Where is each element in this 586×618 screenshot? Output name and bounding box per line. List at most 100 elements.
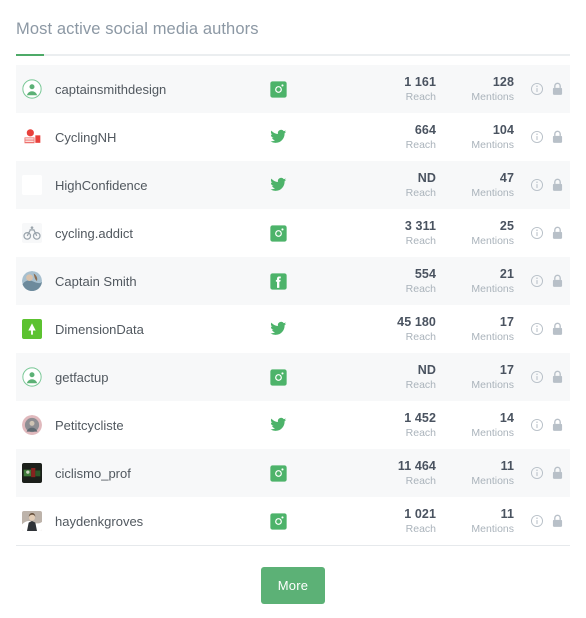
author-name[interactable]: Captain Smith bbox=[55, 274, 258, 289]
reach-value: 3 311 bbox=[404, 218, 436, 233]
more-button[interactable]: More bbox=[261, 567, 325, 604]
info-circle-icon[interactable] bbox=[530, 370, 544, 384]
reach-label: Reach bbox=[405, 187, 436, 200]
title-underline-rule bbox=[16, 54, 570, 56]
facebook-icon[interactable] bbox=[258, 272, 298, 290]
avatar bbox=[22, 79, 42, 99]
mentions-label: Mentions bbox=[471, 523, 514, 536]
reach-value: 554 bbox=[414, 266, 436, 281]
author-name[interactable]: haydenkgroves bbox=[55, 514, 258, 529]
row-actions bbox=[524, 274, 568, 288]
mentions-label: Mentions bbox=[471, 283, 514, 296]
reach-metric: 664 Reach bbox=[360, 123, 436, 151]
mentions-metric: 21 Mentions bbox=[436, 267, 514, 295]
avatar bbox=[22, 271, 42, 291]
lock-icon[interactable] bbox=[551, 226, 564, 240]
author-name[interactable]: DimensionData bbox=[55, 322, 258, 337]
table-row[interactable]: captainsmithdesign 1 161 Reach 128 Mentions bbox=[16, 65, 570, 113]
lock-icon[interactable] bbox=[551, 466, 564, 480]
table-row[interactable]: cycling.addict 3 311 Reach 25 Mentions bbox=[16, 209, 570, 257]
row-actions bbox=[524, 466, 568, 480]
row-actions bbox=[524, 82, 568, 96]
reach-metric: ND Reach bbox=[360, 363, 436, 391]
table-row[interactable]: ciclismo_prof 11 464 Reach 11 Mentions bbox=[16, 449, 570, 497]
mentions-metric: 47 Mentions bbox=[436, 171, 514, 199]
mentions-value: 11 bbox=[500, 506, 514, 521]
twitter-icon[interactable] bbox=[258, 416, 298, 434]
widget-footer: More bbox=[0, 546, 586, 604]
info-circle-icon[interactable] bbox=[530, 130, 544, 144]
reach-value: 1 021 bbox=[404, 506, 436, 521]
avatar bbox=[22, 463, 42, 483]
mentions-metric: 128 Mentions bbox=[436, 75, 514, 103]
reach-metric: 1 021 Reach bbox=[360, 507, 436, 535]
twitter-icon[interactable] bbox=[258, 128, 298, 146]
lock-icon[interactable] bbox=[551, 82, 564, 96]
row-actions bbox=[524, 130, 568, 144]
reach-metric: 3 311 Reach bbox=[360, 219, 436, 247]
instagram-icon[interactable] bbox=[258, 464, 298, 482]
mentions-label: Mentions bbox=[471, 331, 514, 344]
lock-icon[interactable] bbox=[551, 370, 564, 384]
mentions-label: Mentions bbox=[471, 139, 514, 152]
mentions-value: 47 bbox=[499, 170, 514, 185]
info-circle-icon[interactable] bbox=[530, 178, 544, 192]
lock-icon[interactable] bbox=[551, 178, 564, 192]
table-row[interactable]: DimensionData 45 180 Reach 17 Mentions bbox=[16, 305, 570, 353]
table-row[interactable]: HighConfidence ND Reach 47 Mentions bbox=[16, 161, 570, 209]
reach-metric: 1 161 Reach bbox=[360, 75, 436, 103]
mentions-label: Mentions bbox=[471, 187, 514, 200]
table-row[interactable]: Petitcycliste 1 452 Reach 14 Mentions bbox=[16, 401, 570, 449]
reach-metric: ND Reach bbox=[360, 171, 436, 199]
avatar bbox=[22, 223, 42, 243]
avatar bbox=[22, 415, 42, 435]
table-row[interactable]: CyclingNH 664 Reach 104 Mentions bbox=[16, 113, 570, 161]
lock-icon[interactable] bbox=[551, 418, 564, 432]
reach-metric: 554 Reach bbox=[360, 267, 436, 295]
instagram-icon[interactable] bbox=[258, 80, 298, 98]
author-name[interactable]: HighConfidence bbox=[55, 178, 258, 193]
most-active-authors-widget: Most active social media authors captain… bbox=[0, 0, 586, 618]
reach-label: Reach bbox=[405, 427, 436, 440]
reach-value: 664 bbox=[414, 122, 436, 137]
info-circle-icon[interactable] bbox=[530, 226, 544, 240]
table-row[interactable]: Captain Smith 554 Reach 21 Mentions bbox=[16, 257, 570, 305]
row-actions bbox=[524, 370, 568, 384]
instagram-icon[interactable] bbox=[258, 224, 298, 242]
table-row[interactable]: getfactup ND Reach 17 Mentions bbox=[16, 353, 570, 401]
author-name[interactable]: Petitcycliste bbox=[55, 418, 258, 433]
info-circle-icon[interactable] bbox=[530, 514, 544, 528]
mentions-label: Mentions bbox=[471, 427, 514, 440]
info-circle-icon[interactable] bbox=[530, 322, 544, 336]
reach-label: Reach bbox=[405, 235, 436, 248]
info-circle-icon[interactable] bbox=[530, 466, 544, 480]
table-row[interactable]: haydenkgroves 1 021 Reach 11 Mentions bbox=[16, 497, 570, 545]
reach-value: 45 180 bbox=[397, 314, 436, 329]
author-name[interactable]: ciclismo_prof bbox=[55, 466, 258, 481]
author-name[interactable]: cycling.addict bbox=[55, 226, 258, 241]
instagram-icon[interactable] bbox=[258, 512, 298, 530]
lock-icon[interactable] bbox=[551, 322, 564, 336]
lock-icon[interactable] bbox=[551, 130, 564, 144]
lock-icon[interactable] bbox=[551, 514, 564, 528]
mentions-value: 104 bbox=[492, 122, 514, 137]
reach-label: Reach bbox=[405, 139, 436, 152]
reach-label: Reach bbox=[405, 475, 436, 488]
author-name[interactable]: captainsmithdesign bbox=[55, 82, 258, 97]
reach-metric: 45 180 Reach bbox=[360, 315, 436, 343]
instagram-icon[interactable] bbox=[258, 368, 298, 386]
lock-icon[interactable] bbox=[551, 274, 564, 288]
info-circle-icon[interactable] bbox=[530, 82, 544, 96]
avatar bbox=[22, 511, 42, 531]
author-name[interactable]: CyclingNH bbox=[55, 130, 258, 145]
info-circle-icon[interactable] bbox=[530, 274, 544, 288]
author-name[interactable]: getfactup bbox=[55, 370, 258, 385]
twitter-icon[interactable] bbox=[258, 320, 298, 338]
info-circle-icon[interactable] bbox=[530, 418, 544, 432]
reach-label: Reach bbox=[405, 283, 436, 296]
mentions-value: 11 bbox=[500, 458, 514, 473]
twitter-icon[interactable] bbox=[258, 176, 298, 194]
reach-value: 1 161 bbox=[404, 74, 436, 89]
mentions-metric: 11 Mentions bbox=[436, 459, 514, 487]
mentions-label: Mentions bbox=[471, 235, 514, 248]
